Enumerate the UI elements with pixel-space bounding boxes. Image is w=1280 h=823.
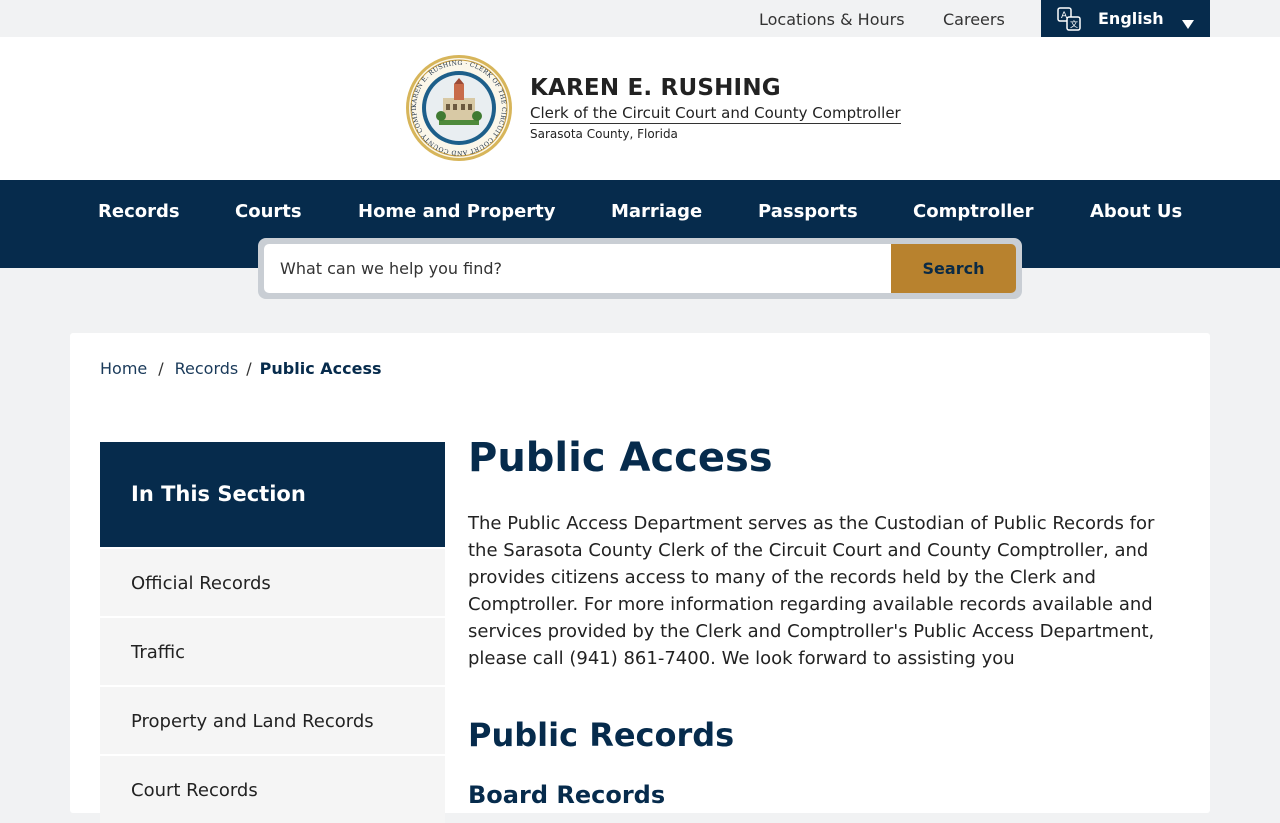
nav-item-about-us[interactable]: About Us xyxy=(1090,201,1182,222)
content-card: Home / Records / Public Access In This Secti… xyxy=(70,333,1210,823)
breadcrumb: Home / Records / Public Access xyxy=(100,359,382,378)
breadcrumb-records[interactable]: Records xyxy=(175,359,239,378)
section-title-public-records: Public Records xyxy=(468,716,735,754)
subsection-title-board-records: Board Records xyxy=(468,781,666,809)
locations-hours-link[interactable]: Locations & Hours xyxy=(759,10,905,29)
breadcrumb-separator: / xyxy=(158,359,164,378)
county-name: Sarasota County, Florida xyxy=(530,127,678,141)
search-button[interactable]: Search xyxy=(891,244,1016,293)
careers-link[interactable]: Careers xyxy=(943,10,1005,29)
breadcrumb-separator: / xyxy=(246,359,252,378)
utility-bar: Locations & Hours Careers A 文 English xyxy=(0,0,1280,37)
sidebar-item-property-and-land-records[interactable]: Property and Land Records xyxy=(100,687,445,754)
caret-down-icon xyxy=(1182,14,1194,33)
site-branding: KAREN E. RUSHING · CLERK OF THE CIRCUIT … xyxy=(0,37,1280,180)
nav-item-marriage[interactable]: Marriage xyxy=(611,201,702,222)
language-label: English xyxy=(1098,9,1164,28)
translate-icon: A 文 xyxy=(1057,7,1081,31)
page-title: Public Access xyxy=(468,435,773,481)
clerk-title[interactable]: Clerk of the Circuit Court and County Co… xyxy=(530,104,901,124)
section-sidebar: In This Section Official Records Traffic… xyxy=(100,442,445,823)
nav-item-comptroller[interactable]: Comptroller xyxy=(913,201,1034,222)
svg-text:文: 文 xyxy=(1070,19,1078,29)
main-article: Public Access The Public Access Departme… xyxy=(468,435,1168,810)
clerk-seal-logo[interactable]: KAREN E. RUSHING · CLERK OF THE CIRCUIT … xyxy=(402,49,513,162)
nav-item-courts[interactable]: Courts xyxy=(235,201,302,222)
nav-item-home-and-property[interactable]: Home and Property xyxy=(358,201,556,222)
clerk-name[interactable]: KAREN E. RUSHING xyxy=(530,75,781,101)
nav-item-passports[interactable]: Passports xyxy=(758,201,858,222)
sidebar-item-traffic[interactable]: Traffic xyxy=(100,618,445,685)
language-selector[interactable]: A 文 English xyxy=(1041,0,1210,37)
sidebar-item-court-records[interactable]: Court Records xyxy=(100,756,445,823)
breadcrumb-home[interactable]: Home xyxy=(100,359,147,378)
nav-item-records[interactable]: Records xyxy=(98,201,180,222)
intro-paragraph: The Public Access Department serves as t… xyxy=(468,513,1155,669)
site-search: Search xyxy=(258,238,1022,299)
breadcrumb-current: Public Access xyxy=(259,359,382,378)
sidebar-header: In This Section xyxy=(100,442,445,547)
search-input[interactable] xyxy=(264,244,891,293)
sidebar-item-official-records[interactable]: Official Records xyxy=(100,549,445,616)
